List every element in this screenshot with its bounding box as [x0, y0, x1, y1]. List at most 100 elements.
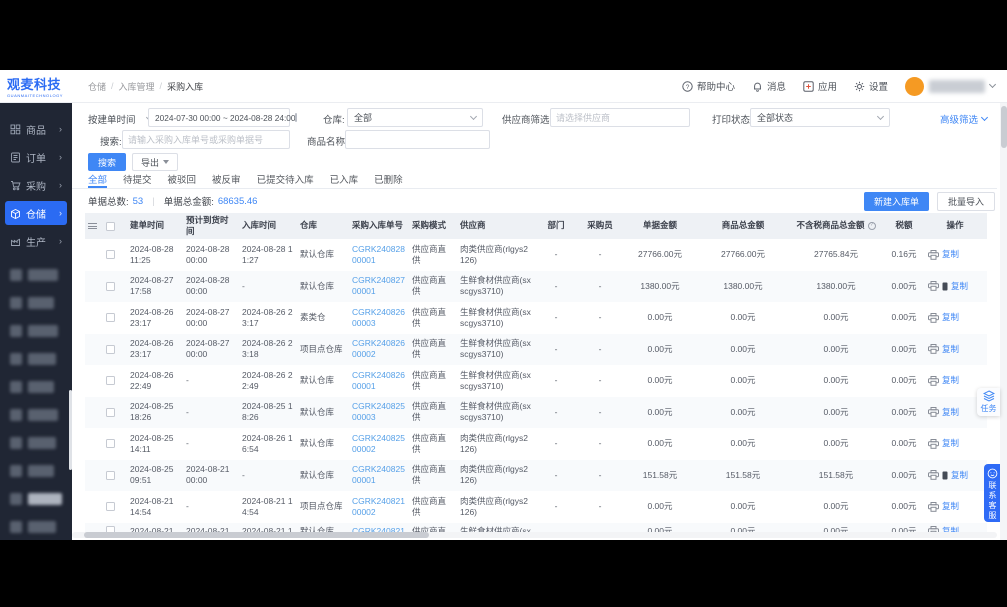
user-avatar[interactable] — [905, 77, 924, 96]
row-expander[interactable] — [85, 365, 103, 397]
row-expander[interactable] — [85, 523, 103, 533]
print-icon[interactable] — [928, 313, 939, 323]
sidebar-item-redacted-9[interactable] — [10, 493, 62, 505]
inbound-order-link[interactable]: CGRK24082600001 — [352, 370, 406, 392]
topbar-action-help[interactable]: ?帮助中心 — [682, 79, 735, 93]
warehouse-select[interactable]: 全部 — [347, 108, 483, 127]
sidebar-item-redacted-1[interactable] — [10, 269, 62, 281]
document-icon[interactable] — [942, 471, 948, 480]
tab-已入库[interactable]: 已入库 — [330, 172, 359, 188]
row-select[interactable] — [103, 334, 127, 366]
copy-link[interactable]: 复制 — [942, 407, 959, 418]
row-checkbox[interactable] — [106, 376, 115, 385]
print-icon[interactable] — [928, 281, 939, 291]
inbound-order-link[interactable]: CGRK24082500003 — [352, 401, 406, 423]
topbar-action-settings[interactable]: 设置 — [854, 79, 888, 93]
batch-import-button[interactable]: 批量导入 — [937, 192, 995, 211]
topbar-action-message[interactable]: 消息 — [752, 79, 786, 93]
print-icon[interactable] — [928, 344, 939, 354]
row-select[interactable] — [103, 397, 127, 429]
search-button[interactable]: 搜索 — [88, 153, 126, 171]
advanced-filter-link[interactable]: 高级筛选 — [940, 112, 987, 126]
inbound-order-link[interactable]: CGRK24082500002 — [352, 433, 406, 455]
sidebar-item-warehouse[interactable]: 仓储› — [5, 201, 67, 225]
sidebar-item-goods[interactable]: 商品› — [5, 117, 67, 141]
inbound-order-link[interactable]: CGRK24082800001 — [352, 244, 406, 266]
print-icon[interactable] — [928, 250, 939, 260]
row-checkbox[interactable] — [106, 250, 115, 259]
row-checkbox[interactable] — [106, 502, 115, 511]
row-checkbox[interactable] — [106, 471, 115, 480]
sidebar-item-redacted-2[interactable] — [10, 297, 62, 309]
row-select[interactable] — [103, 460, 127, 492]
task-floating-button[interactable]: 任务 — [977, 388, 1000, 416]
row-checkbox[interactable] — [106, 282, 115, 291]
tab-被驳回[interactable]: 被驳回 — [168, 172, 197, 188]
print-icon[interactable] — [928, 407, 939, 417]
print-icon[interactable] — [928, 502, 939, 512]
row-select[interactable] — [103, 523, 127, 533]
sidebar-item-redacted-5[interactable] — [10, 381, 62, 393]
row-select[interactable] — [103, 239, 127, 271]
expand-all-header[interactable] — [85, 221, 103, 231]
copy-link[interactable]: 复制 — [942, 344, 959, 355]
row-expander[interactable] — [85, 271, 103, 303]
row-select[interactable] — [103, 428, 127, 460]
copy-link[interactable]: 复制 — [942, 249, 959, 260]
select-all-header[interactable] — [103, 220, 127, 233]
row-expander[interactable] — [85, 397, 103, 429]
select-all-checkbox[interactable] — [106, 222, 115, 231]
row-expander[interactable] — [85, 334, 103, 366]
row-expander[interactable] — [85, 491, 103, 523]
breadcrumb-item-3[interactable]: 采购入库 — [167, 80, 203, 93]
time-type-select[interactable]: 按建单时间 — [88, 112, 152, 126]
row-expander[interactable] — [85, 239, 103, 271]
sidebar-item-production[interactable]: 生产› — [5, 229, 67, 253]
product-name-input[interactable] — [345, 130, 490, 149]
sidebar-item-purchase[interactable]: 采购› — [5, 173, 67, 197]
tab-已删除[interactable]: 已删除 — [374, 172, 403, 188]
export-button[interactable]: 导出 — [132, 153, 178, 171]
print-icon[interactable] — [928, 439, 939, 449]
user-menu[interactable] — [905, 77, 995, 96]
create-inbound-button[interactable]: 新建入库单 — [864, 192, 929, 211]
date-range-input[interactable]: 2024-07-30 00:00 ~ 2024-08-28 24:00 — [148, 108, 290, 127]
row-expander[interactable] — [85, 428, 103, 460]
copy-link[interactable]: 复制 — [942, 501, 959, 512]
sidebar-item-redacted-3[interactable] — [10, 325, 62, 337]
document-icon[interactable] — [942, 282, 948, 291]
tab-被反审[interactable]: 被反审 — [212, 172, 241, 188]
inbound-order-link[interactable]: CGRK24082600002 — [352, 338, 406, 360]
print-icon[interactable] — [928, 470, 939, 480]
sidebar-item-redacted-8[interactable] — [10, 465, 62, 477]
tab-待提交[interactable]: 待提交 — [123, 172, 152, 188]
tab-已提交待入库[interactable]: 已提交待入库 — [257, 172, 314, 188]
row-expander[interactable] — [85, 302, 103, 334]
sidebar-item-redacted-10[interactable] — [10, 521, 62, 533]
row-checkbox[interactable] — [106, 313, 115, 322]
print-status-select[interactable]: 全部状态 — [750, 108, 890, 127]
copy-link[interactable]: 复制 — [951, 470, 968, 481]
topbar-action-apps[interactable]: 应用 — [803, 79, 837, 93]
horizontal-scrollbar-thumb[interactable] — [84, 532, 429, 538]
sidebar-item-redacted-4[interactable] — [10, 353, 62, 365]
copy-link[interactable]: 复制 — [951, 281, 968, 292]
row-select[interactable] — [103, 271, 127, 303]
search-input[interactable] — [122, 130, 290, 149]
breadcrumb-item-1[interactable]: 仓储 — [88, 80, 106, 93]
row-select[interactable] — [103, 302, 127, 334]
inbound-order-link[interactable]: CGRK24082700001 — [352, 275, 406, 297]
row-expander[interactable] — [85, 460, 103, 492]
copy-link[interactable]: 复制 — [942, 312, 959, 323]
print-icon[interactable] — [928, 376, 939, 386]
row-checkbox[interactable] — [106, 408, 115, 417]
copy-link[interactable]: 复制 — [942, 438, 959, 449]
support-floating-button[interactable]: 联系客服 — [984, 464, 1000, 522]
row-select[interactable] — [103, 365, 127, 397]
supplier-filter-input[interactable] — [550, 108, 690, 127]
sidebar-item-redacted-6[interactable] — [10, 409, 62, 421]
inbound-order-link[interactable]: CGRK24082100002 — [352, 496, 406, 518]
info-icon[interactable]: ? — [868, 222, 876, 230]
row-select[interactable] — [103, 491, 127, 523]
expand-all-icon[interactable] — [88, 223, 97, 229]
